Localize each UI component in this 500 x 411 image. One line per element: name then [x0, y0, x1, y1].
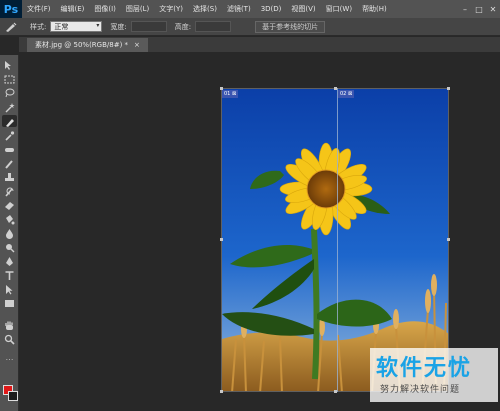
slice-guide-line[interactable]	[337, 88, 338, 392]
clone-stamp-tool-icon[interactable]	[2, 171, 17, 183]
selection-handle[interactable]	[334, 390, 337, 393]
healing-brush-tool-icon[interactable]	[2, 143, 17, 155]
menu-edit[interactable]: 编辑(E)	[56, 4, 90, 14]
pen-tool-icon[interactable]	[2, 255, 17, 267]
minimize-button[interactable]: –	[458, 0, 472, 18]
document-tab-title: 素材.jpg @ 50%(RGB/8#) *	[35, 41, 129, 49]
menu-image[interactable]: 图像(I)	[89, 4, 121, 14]
selection-handle[interactable]	[334, 87, 337, 90]
selection-handle[interactable]	[447, 238, 450, 241]
height-input[interactable]	[195, 21, 232, 32]
chevron-down-icon: ▾	[96, 22, 100, 29]
height-label: 高度:	[174, 22, 192, 31]
window-controls: – □ ✕	[458, 0, 500, 18]
options-bar: 样式: 正常 ▾ 宽度: 高度: 基于参考线的切片	[0, 18, 500, 36]
document-tab-bar: 素材.jpg @ 50%(RGB/8#) * ×	[19, 37, 500, 52]
menu-3d[interactable]: 3D(D)	[256, 5, 287, 13]
watermark-subtitle: 努力解决软件问题	[380, 385, 461, 395]
crop-tool-icon[interactable]	[2, 115, 17, 127]
background-color-swatch[interactable]	[8, 391, 18, 401]
slices-from-guides-button[interactable]: 基于参考线的切片	[255, 20, 326, 33]
menu-view[interactable]: 视图(V)	[286, 4, 320, 14]
history-brush-tool-icon[interactable]	[2, 185, 17, 197]
gradient-tool-icon[interactable]	[2, 213, 17, 225]
style-select-value: 正常	[54, 22, 69, 31]
selection-handle[interactable]	[220, 238, 223, 241]
type-tool-icon[interactable]	[2, 269, 17, 281]
slice-01-tag[interactable]: 01 ⊠	[222, 90, 239, 98]
path-selection-tool-icon[interactable]	[2, 283, 17, 295]
brush-tool-icon[interactable]	[2, 157, 17, 169]
lasso-tool-icon[interactable]	[2, 87, 17, 99]
sunflower-photo[interactable]	[221, 88, 449, 392]
move-tool-icon[interactable]	[2, 59, 17, 71]
maximize-button[interactable]: □	[472, 0, 486, 18]
menu-filter[interactable]: 滤镜(T)	[222, 4, 256, 14]
menu-select[interactable]: 选择(S)	[188, 4, 222, 14]
ps-logo: Ps	[0, 0, 22, 18]
dodge-tool-icon[interactable]	[2, 241, 17, 253]
close-button[interactable]: ✕	[486, 0, 500, 18]
marquee-tool-icon[interactable]	[2, 73, 17, 85]
menu-window[interactable]: 窗口(W)	[321, 4, 357, 14]
watermark: 软件无忧 努力解决软件问题	[370, 348, 498, 402]
width-input[interactable]	[130, 21, 167, 32]
style-label: 样式:	[30, 22, 47, 31]
more-tools-icon[interactable]: …	[2, 351, 17, 363]
eyedropper-tool-icon[interactable]	[2, 129, 17, 141]
selection-handle[interactable]	[220, 87, 223, 90]
sunflower-image-art	[222, 89, 448, 391]
style-select[interactable]: 正常 ▾	[50, 21, 103, 32]
menu-file[interactable]: 文件(F)	[22, 4, 56, 14]
shape-tool-icon[interactable]	[2, 297, 17, 309]
blur-tool-icon[interactable]	[2, 227, 17, 239]
zoom-tool-icon[interactable]	[2, 333, 17, 345]
slice-tool-preset-icon[interactable]	[0, 18, 22, 36]
menu-help[interactable]: 帮助(H)	[357, 4, 392, 14]
hand-tool-icon[interactable]	[2, 319, 17, 331]
slice-02-tag[interactable]: 02 ⊠	[338, 90, 355, 98]
tools-panel: …	[0, 55, 19, 411]
eraser-tool-icon[interactable]	[2, 199, 17, 211]
document-tab[interactable]: 素材.jpg @ 50%(RGB/8#) * ×	[27, 38, 148, 52]
selection-handle[interactable]	[220, 390, 223, 393]
width-label: 宽度:	[110, 22, 127, 31]
menu-layer[interactable]: 图层(L)	[121, 4, 154, 14]
menu-type[interactable]: 文字(Y)	[154, 4, 188, 14]
menu-bar: Ps 文件(F) 编辑(E) 图像(I) 图层(L) 文字(Y) 选择(S) 滤…	[0, 0, 500, 18]
tab-close-icon[interactable]: ×	[134, 41, 140, 49]
magic-wand-tool-icon[interactable]	[2, 101, 17, 113]
watermark-title: 软件无忧	[376, 356, 473, 381]
photoshop-window: Ps 文件(F) 编辑(E) 图像(I) 图层(L) 文字(Y) 选择(S) 滤…	[0, 0, 500, 411]
selection-handle[interactable]	[447, 87, 450, 90]
